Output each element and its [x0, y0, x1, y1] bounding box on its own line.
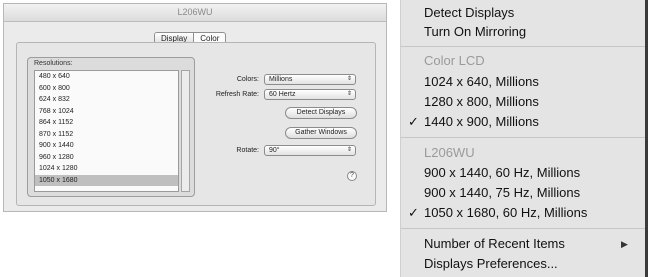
resolution-item[interactable]: 624 x 832 [35, 94, 178, 106]
gather-windows-button[interactable]: Gather Windows [285, 127, 357, 139]
menu-item-detect-displays[interactable]: Detect Displays [424, 5, 514, 21]
detect-displays-button[interactable]: Detect Displays [285, 107, 357, 119]
menu-item-resolution[interactable]: 1024 x 640, Millions [424, 74, 539, 90]
resolution-item[interactable]: 870 x 1152 [35, 129, 178, 141]
refresh-rate-label: Refresh Rate: [215, 91, 259, 98]
menu-separator [401, 228, 645, 229]
menu-separator [401, 46, 645, 47]
menu-item-resolution[interactable]: 900 x 1440, 75 Hz, Millions [424, 185, 580, 201]
menu-item-turn-on-mirroring[interactable]: Turn On Mirroring [424, 24, 526, 40]
display-pane: Resolutions: 480 x 640 600 x 800 624 x 8… [16, 42, 376, 206]
resolutions-group: Resolutions: 480 x 640 600 x 800 624 x 8… [27, 57, 195, 197]
menu-section-l206wu: L206WU [424, 145, 475, 160]
rotate-value: 90° [269, 147, 280, 154]
colors-value: Millions [269, 76, 293, 83]
refresh-rate-popup[interactable]: 60 Hertz ⇕ [264, 89, 356, 100]
resolution-item-selected[interactable]: 1050 x 1680 [35, 174, 178, 186]
resolution-item[interactable]: 900 x 1440 [35, 140, 178, 152]
menu-item-resolution[interactable]: 1280 x 800, Millions [424, 94, 539, 110]
rotate-popup[interactable]: 90° ⇕ [264, 145, 356, 156]
menu-item-number-of-recent-items[interactable]: Number of Recent Items [424, 236, 565, 252]
resolution-item[interactable]: 480 x 640 [35, 71, 178, 83]
checkmark-icon: ✓ [408, 114, 419, 129]
menu-item-displays-preferences[interactable]: Displays Preferences... [424, 256, 558, 272]
submenu-arrow-icon: ▶ [621, 239, 628, 249]
colors-label: Colors: [236, 76, 259, 83]
popup-arrows-icon: ⇕ [346, 91, 352, 97]
menu-item-resolution-selected[interactable]: 1440 x 900, Millions [424, 114, 539, 130]
resolution-item[interactable]: 960 x 1280 [35, 152, 178, 164]
menu-item-resolution-selected[interactable]: 1050 x 1680, 60 Hz, Millions [424, 205, 587, 221]
menu-item-resolution[interactable]: 900 x 1440, 60 Hz, Millions [424, 165, 580, 181]
checkmark-icon: ✓ [408, 205, 419, 220]
resolution-item[interactable]: 1024 x 1280 [35, 163, 178, 175]
popup-arrows-icon: ⇕ [346, 76, 352, 82]
rotate-label: Rotate: [236, 147, 259, 154]
display-preferences-window: L206WU Display Color Resolutions: 480 x … [3, 3, 387, 212]
resolution-item[interactable]: 768 x 1024 [35, 106, 178, 118]
resolution-item[interactable]: 864 x 1152 [35, 117, 178, 129]
window-title: L206WU [4, 4, 386, 22]
colors-popup[interactable]: Millions ⇕ [264, 74, 356, 85]
resolutions-list[interactable]: 480 x 640 600 x 800 624 x 832 768 x 1024… [34, 70, 179, 192]
resolutions-scrollbar[interactable] [181, 70, 190, 192]
resolutions-label: Resolutions: [34, 60, 73, 67]
displays-menu: Detect Displays Turn On Mirroring Color … [400, 0, 648, 277]
menu-separator [401, 137, 645, 138]
menu-section-color-lcd: Color LCD [424, 53, 485, 68]
resolution-item[interactable]: 600 x 800 [35, 83, 178, 95]
popup-arrows-icon: ⇕ [346, 147, 352, 153]
help-button[interactable]: ? [347, 171, 357, 181]
refresh-rate-value: 60 Hertz [269, 91, 296, 98]
